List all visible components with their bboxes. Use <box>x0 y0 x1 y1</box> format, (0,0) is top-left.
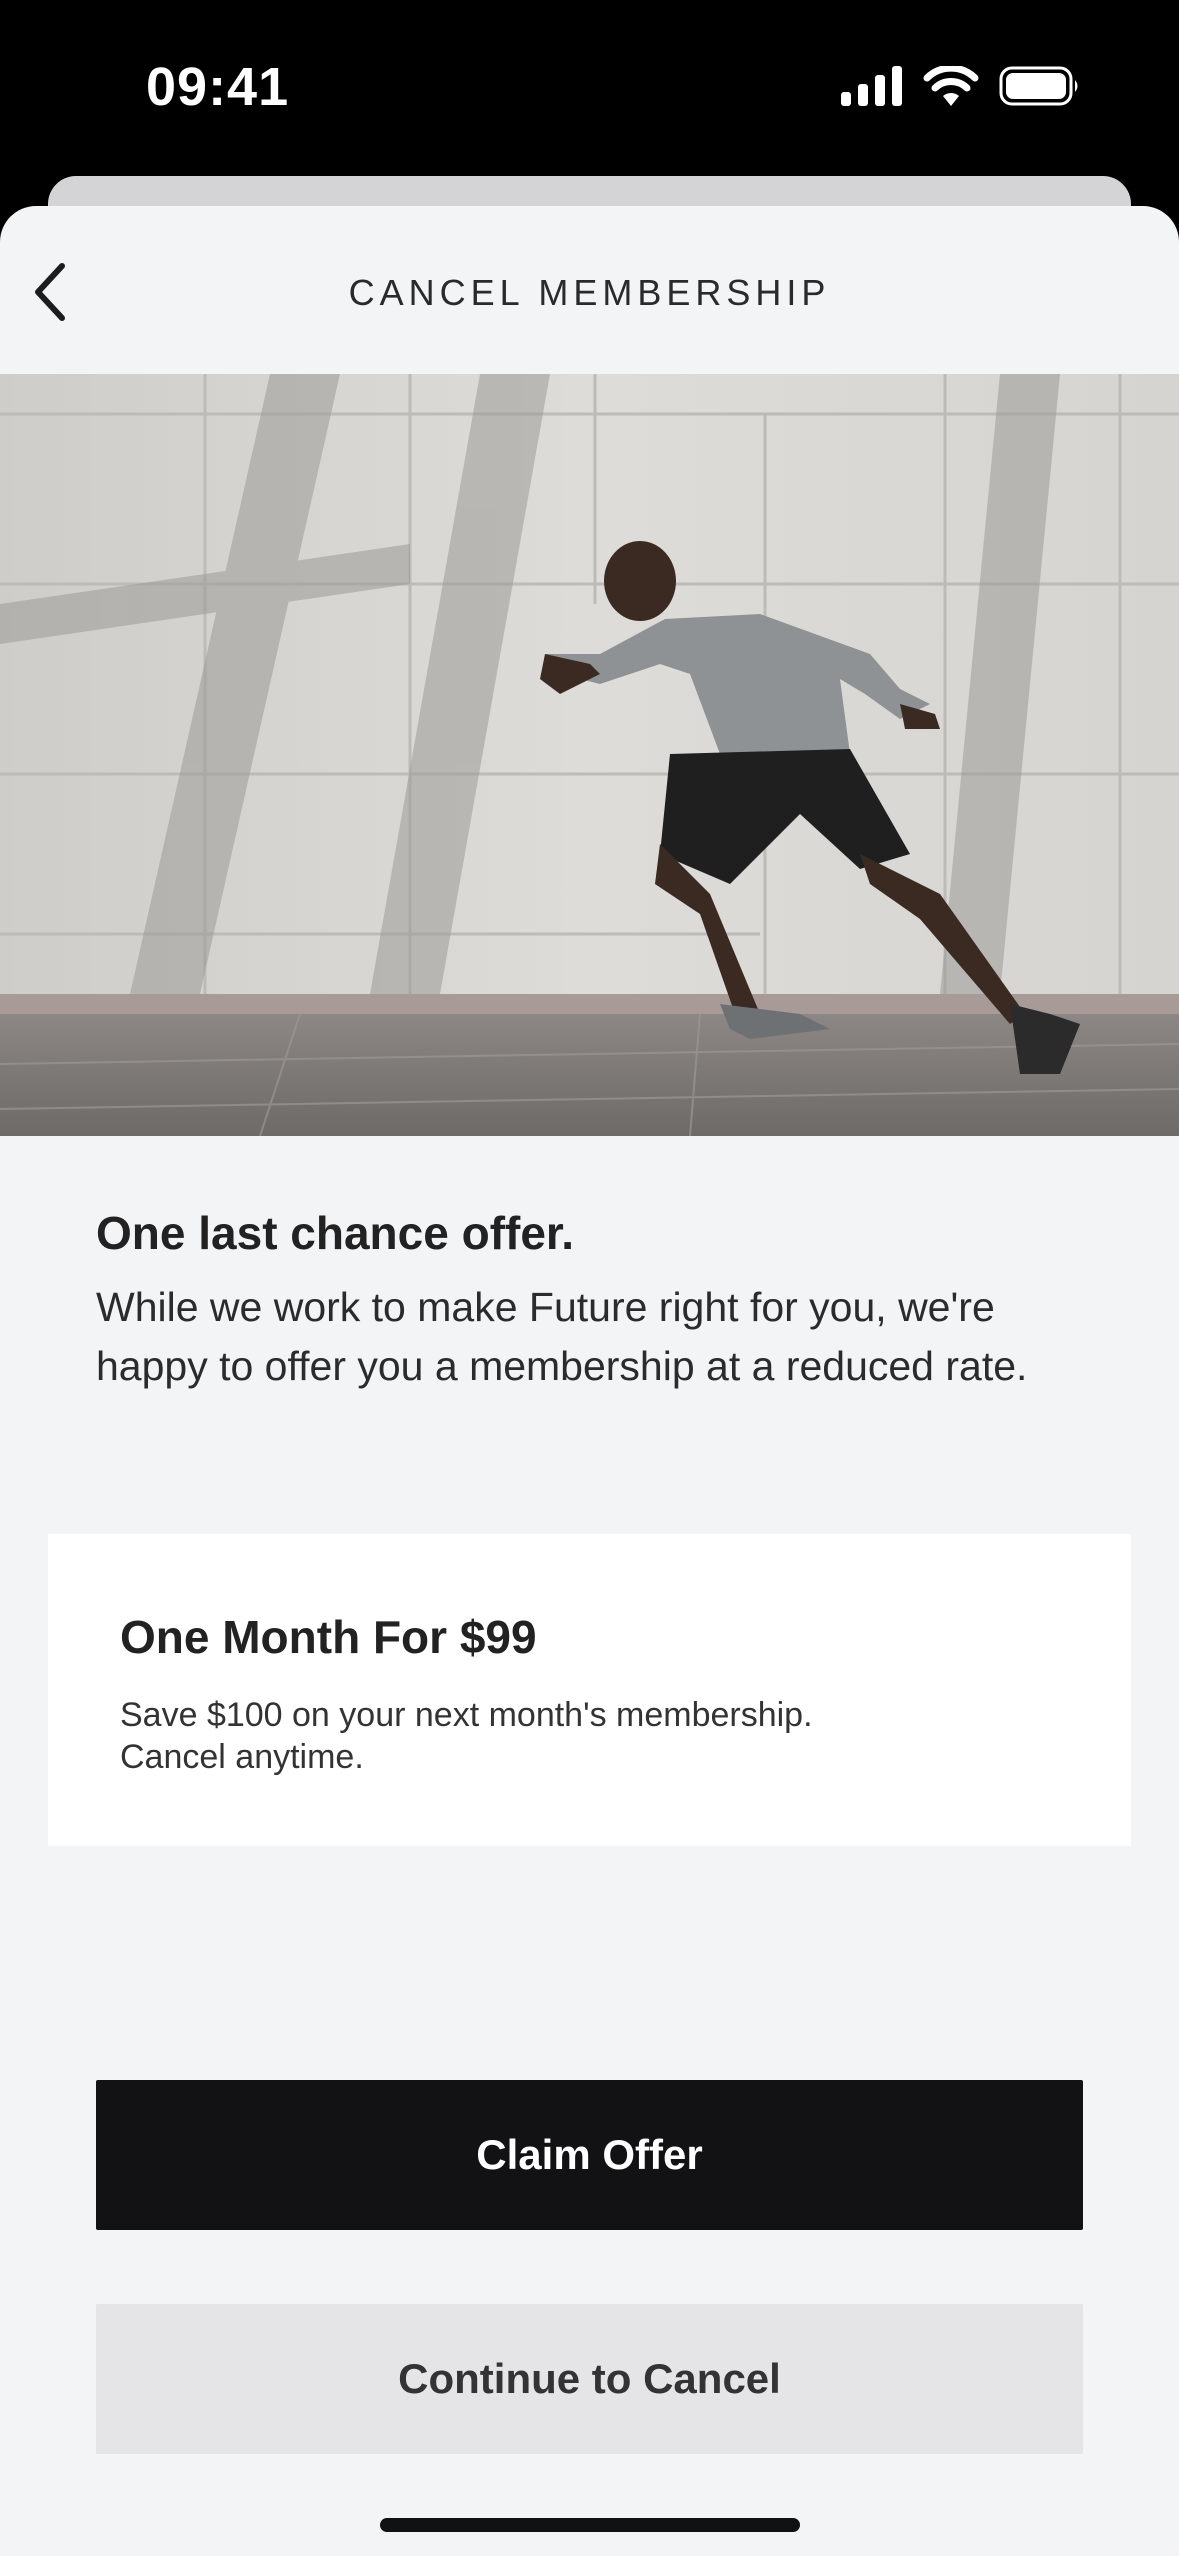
wifi-icon <box>923 66 979 106</box>
offer-card-line1: Save $100 on your next month's membershi… <box>120 1696 813 1734</box>
status-bar: 09:41 <box>0 0 1179 180</box>
offer-card-title: One Month For $99 <box>120 1611 537 1663</box>
offer-intro: One last chance offer. While we work to … <box>96 1206 1096 1396</box>
status-icons <box>841 66 1081 106</box>
home-indicator <box>380 2518 800 2532</box>
offer-body: While we work to make Future right for y… <box>96 1284 1028 1389</box>
cellular-signal-icon <box>841 66 902 106</box>
offer-headline: One last chance offer. <box>96 1207 575 1259</box>
offer-card-line2: Cancel anytime. <box>120 1738 364 1776</box>
nav-bar: CANCEL MEMBERSHIP <box>0 206 1179 374</box>
offer-card-description: Save $100 on your next month's membershi… <box>120 1694 1020 1778</box>
runner-photo <box>0 374 1179 1136</box>
claim-offer-button[interactable]: Claim Offer <box>96 2080 1083 2230</box>
modal-sheet: CANCEL MEMBERSHIP One last chance offer.… <box>0 206 1179 2556</box>
page-title: CANCEL MEMBERSHIP <box>348 272 831 313</box>
hero-image <box>0 374 1179 1136</box>
offer-card[interactable]: One Month For $99 Save $100 on your next… <box>48 1534 1131 1846</box>
status-time: 09:41 <box>146 57 290 117</box>
battery-icon <box>999 66 1078 106</box>
continue-to-cancel-button[interactable]: Continue to Cancel <box>96 2304 1083 2454</box>
